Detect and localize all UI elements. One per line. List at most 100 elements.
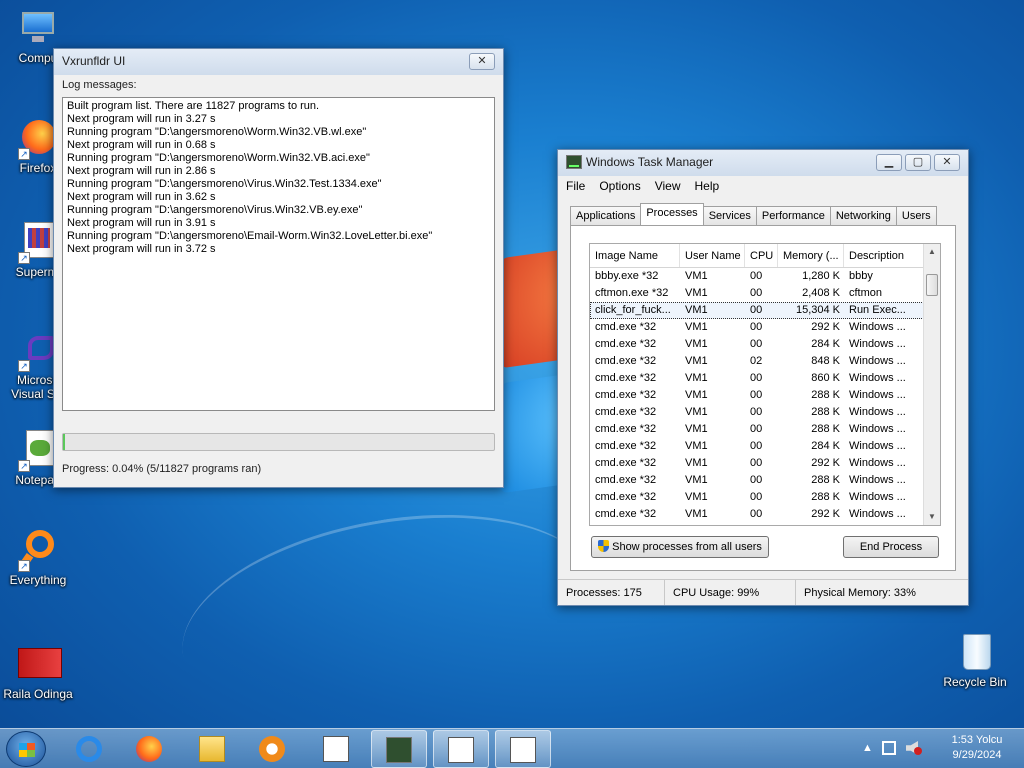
tm-close-button[interactable]: ✕ xyxy=(934,154,960,171)
process-row[interactable]: click_for_fuck... VM1 00 15,304 K Run Exec..… xyxy=(590,302,940,319)
task-manager-window[interactable]: Windows Task Manager ▁ ▢ ✕ File Options … xyxy=(557,149,969,606)
taskbar-document-app-3[interactable] xyxy=(495,730,551,768)
process-row[interactable]: cmd.exe *32 VM1 00 288 K Windows ... xyxy=(590,404,940,421)
row-description: Windows ... xyxy=(849,508,906,520)
process-rows: bbby.exe *32 VM1 00 1,280 K bbby cftmon.exe *… xyxy=(590,268,940,523)
log-line: Running program "D:\angersmoreno\Virus.W… xyxy=(67,204,363,216)
row-user-name: VM1 xyxy=(685,338,708,350)
row-memory: 860 K xyxy=(811,372,840,384)
log-line: Next program will run in 3.27 s xyxy=(67,113,216,125)
row-description: Windows ... xyxy=(849,406,906,418)
process-row[interactable]: cmd.exe *32 VM1 02 848 K Windows ... xyxy=(590,353,940,370)
row-memory: 848 K xyxy=(811,355,840,367)
taskbar-internet-explorer[interactable] xyxy=(62,730,118,768)
column-memory[interactable]: Memory (... xyxy=(778,244,844,267)
log-line: Built program list. There are 11827 prog… xyxy=(67,100,320,112)
super-mario-icon: ↗ xyxy=(18,222,58,264)
end-process-button[interactable]: End Process xyxy=(843,536,939,558)
taskbar-document-app-1[interactable] xyxy=(309,730,365,768)
process-list[interactable]: Image Name User Name CPU Memory (... Des… xyxy=(589,243,941,526)
process-row[interactable]: bbby.exe *32 VM1 00 1,280 K bbby xyxy=(590,268,940,285)
scroll-down-arrow-icon[interactable]: ▼ xyxy=(924,509,940,525)
desktop-icon-raila-odinga[interactable]: Raila Odinga xyxy=(2,644,74,701)
start-button[interactable] xyxy=(6,731,46,767)
process-row[interactable]: cmd.exe *32 VM1 00 288 K Windows ... xyxy=(590,387,940,404)
process-row[interactable]: cmd.exe *32 VM1 00 284 K Windows ... xyxy=(590,438,940,455)
desktop-icon-recycle-bin[interactable]: Recycle Bin xyxy=(939,632,1011,689)
process-row[interactable]: cmd.exe *32 VM1 00 284 K Windows ... xyxy=(590,336,940,353)
row-memory: 288 K xyxy=(811,423,840,435)
clock-time: 1:53 Yolcu xyxy=(951,734,1003,746)
row-memory: 288 K xyxy=(811,406,840,418)
taskbar-media-player[interactable] xyxy=(245,730,301,768)
column-cpu[interactable]: CPU xyxy=(745,244,778,267)
tab-services[interactable]: Services xyxy=(702,206,757,225)
process-row[interactable]: cmd.exe *32 VM1 00 292 K Windows ... xyxy=(590,506,940,523)
tab-networking[interactable]: Networking xyxy=(829,206,897,225)
tm-tabs: Applications Processes Services Performa… xyxy=(570,203,937,225)
row-cpu: 00 xyxy=(750,406,763,418)
log-line: Running program "D:\angersmoreno\Email-W… xyxy=(67,230,433,242)
process-row[interactable]: cmd.exe *32 VM1 00 288 K Windows ... xyxy=(590,421,940,438)
process-list-scrollbar[interactable]: ▲ ▼ xyxy=(923,244,940,525)
process-row[interactable]: cmd.exe *32 VM1 00 860 K Windows ... xyxy=(590,370,940,387)
tab-applications[interactable]: Applications xyxy=(570,206,642,225)
menu-view[interactable]: View xyxy=(655,176,681,196)
menu-file[interactable]: File xyxy=(566,176,585,196)
row-user-name: VM1 xyxy=(685,508,708,520)
tm-titlebar[interactable]: Windows Task Manager ▁ ▢ ✕ xyxy=(558,150,968,176)
taskbar-task-manager[interactable] xyxy=(371,730,427,768)
scrollbar-thumb[interactable] xyxy=(926,274,938,296)
process-row[interactable]: cftmon.exe *32 VM1 00 2,408 K cftmon xyxy=(590,285,940,302)
taskbar-file-explorer[interactable] xyxy=(185,730,241,768)
task-manager-icon xyxy=(566,155,582,169)
process-row[interactable]: cmd.exe *32 VM1 00 288 K Windows ... xyxy=(590,489,940,506)
log-messages-box[interactable]: Built program list. There are 11827 prog… xyxy=(62,97,495,411)
log-line: Next program will run in 3.62 s xyxy=(67,191,216,203)
column-user-name[interactable]: User Name xyxy=(680,244,745,267)
row-cpu: 00 xyxy=(750,508,763,520)
vx-titlebar[interactable]: Vxrunfldr UI ✕ xyxy=(54,49,503,75)
row-user-name: VM1 xyxy=(685,474,708,486)
row-cpu: 00 xyxy=(750,372,763,384)
process-row[interactable]: cmd.exe *32 VM1 00 292 K Windows ... xyxy=(590,455,940,472)
vxrunfldr-window[interactable]: Vxrunfldr UI ✕ Log messages: Built progr… xyxy=(53,48,504,488)
show-all-processes-button[interactable]: Show processes from all users xyxy=(591,536,769,558)
row-image-name: cmd.exe *32 xyxy=(595,406,657,418)
row-cpu: 00 xyxy=(750,338,763,350)
firefox-icon: ↗ xyxy=(18,118,58,160)
row-cpu: 00 xyxy=(750,321,763,333)
progress-text: Progress: 0.04% (5/11827 programs ran) xyxy=(62,463,262,475)
volume-mute-badge-icon xyxy=(914,747,922,755)
vx-close-button[interactable]: ✕ xyxy=(469,53,495,70)
row-description: Windows ... xyxy=(849,457,906,469)
process-list-header: Image Name User Name CPU Memory (... Des… xyxy=(590,244,940,268)
tab-processes[interactable]: Processes xyxy=(640,203,704,225)
column-description[interactable]: Description xyxy=(844,244,924,267)
scroll-up-arrow-icon[interactable]: ▲ xyxy=(924,244,940,260)
system-clock[interactable]: 1:53 Yolcu 9/29/2024 xyxy=(942,733,1012,763)
process-row[interactable]: cmd.exe *32 VM1 00 292 K Windows ... xyxy=(590,319,940,336)
taskbar-document-app-2[interactable] xyxy=(433,730,489,768)
row-memory: 288 K xyxy=(811,474,840,486)
show-hidden-icons-arrow-icon[interactable]: ▲ xyxy=(862,742,873,754)
tab-performance[interactable]: Performance xyxy=(755,206,831,225)
tm-maximize-button[interactable]: ▢ xyxy=(905,154,931,171)
row-description: Windows ... xyxy=(849,338,906,350)
row-cpu: 02 xyxy=(750,355,763,367)
menu-help[interactable]: Help xyxy=(695,176,720,196)
row-description: Windows ... xyxy=(849,372,906,384)
progress-bar xyxy=(62,433,495,451)
network-icon[interactable] xyxy=(882,741,896,755)
column-image-name[interactable]: Image Name xyxy=(590,244,680,267)
row-image-name: cmd.exe *32 xyxy=(595,372,657,384)
menu-options[interactable]: Options xyxy=(599,176,640,196)
process-row[interactable]: cmd.exe *32 VM1 00 288 K Windows ... xyxy=(590,472,940,489)
tab-users[interactable]: Users xyxy=(895,206,937,225)
taskbar-firefox[interactable] xyxy=(122,730,178,768)
tm-minimize-button[interactable]: ▁ xyxy=(876,154,902,171)
row-image-name: cmd.exe *32 xyxy=(595,440,657,452)
row-user-name: VM1 xyxy=(685,406,708,418)
log-line: Running program "D:\angersmoreno\Worm.Wi… xyxy=(67,126,367,138)
desktop-icon-everything[interactable]: ↗ Everything xyxy=(2,530,74,587)
